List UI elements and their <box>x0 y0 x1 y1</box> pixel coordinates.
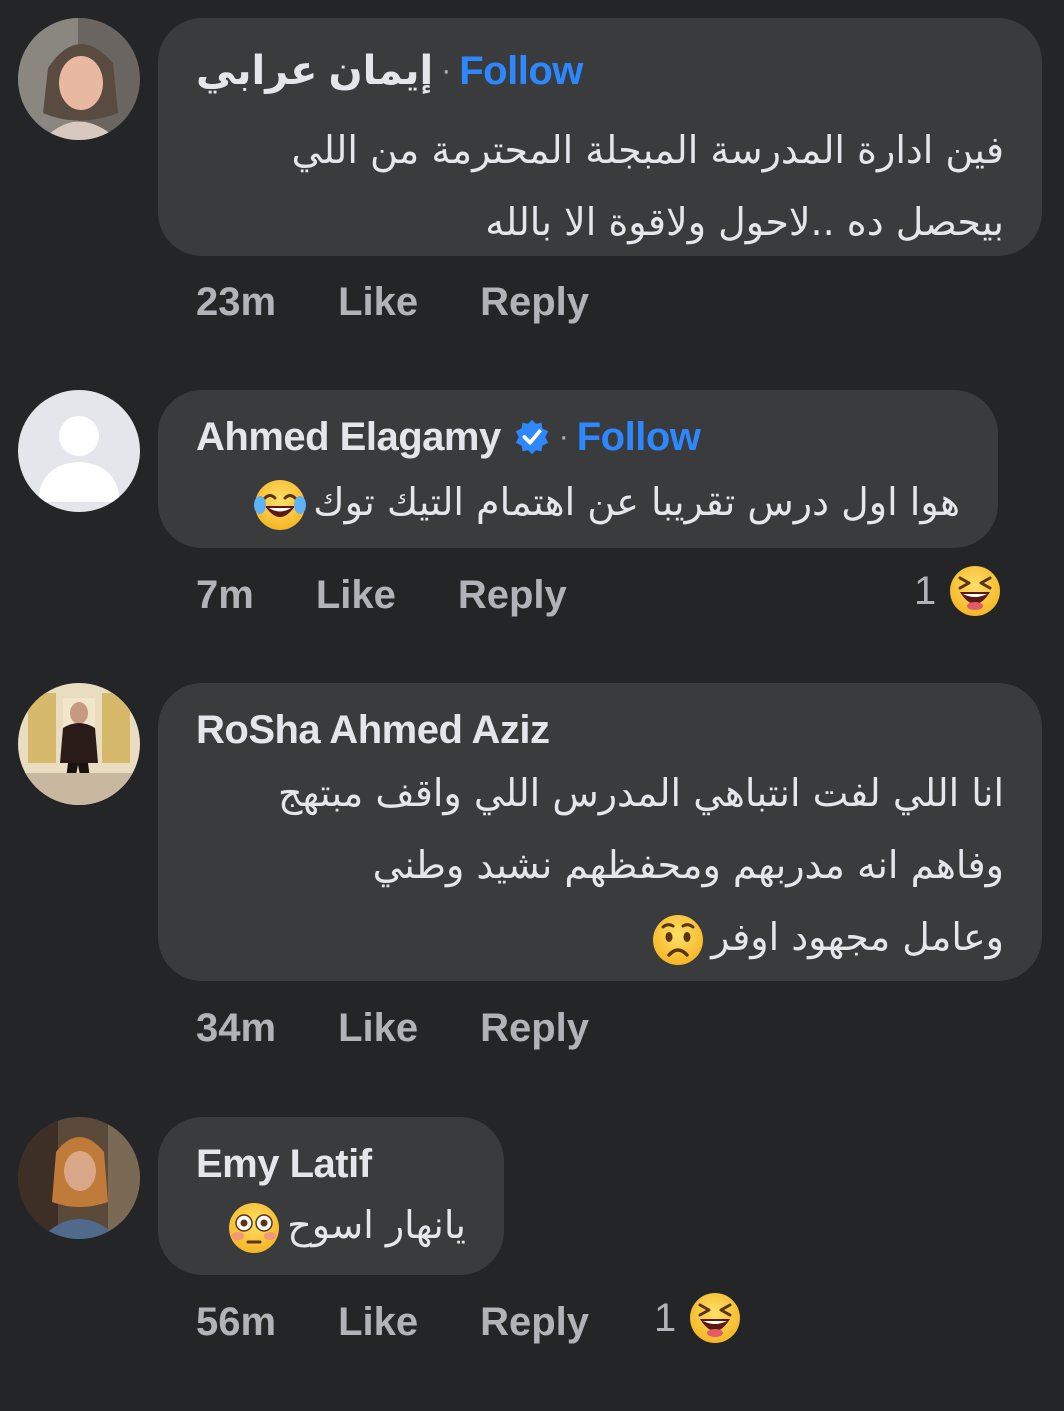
comment-time[interactable]: 34m <box>196 1006 276 1051</box>
avatar[interactable] <box>18 1117 140 1239</box>
comment-header: Emy Latif <box>196 1139 372 1189</box>
avatar[interactable] <box>18 683 140 805</box>
comment-line: انا اللي لفت انتباهي المدرس اللي واقف مب… <box>277 771 1004 815</box>
reply-button[interactable]: Reply <box>480 1006 589 1051</box>
comment-text: فين ادارة المدرسة المبجلة المحترمة من ال… <box>292 114 1004 258</box>
separator: · <box>558 420 569 453</box>
tears-of-joy-emoji-icon <box>253 478 307 532</box>
comment-bubble: Ahmed Elagamy · Follow هوا اول درس تقريب… <box>158 390 998 548</box>
flushed-face-emoji-icon <box>227 1201 281 1255</box>
follow-button[interactable]: Follow <box>577 415 701 460</box>
comment-header: إيمان عرابي · Follow <box>196 46 583 96</box>
comments-thread: إيمان عرابي · Follow فين ادارة المدرسة ا… <box>0 0 1064 1411</box>
comment-bubble: إيمان عرابي · Follow فين ادارة المدرسة ا… <box>158 18 1042 256</box>
comment-actions: 7m Like Reply <box>196 570 567 620</box>
comment-time[interactable]: 56m <box>196 1300 276 1345</box>
follow-button[interactable]: Follow <box>459 49 583 94</box>
author-name[interactable]: RoSha Ahmed Aziz <box>196 708 550 753</box>
comment-line: فين ادارة المدرسة المبجلة المحترمة من ال… <box>291 128 1004 172</box>
comment-line: هوا اول درس تقريبا عن اهتمام التيك توك <box>247 466 960 538</box>
like-button[interactable]: Like <box>338 1300 418 1345</box>
comment-line-text: وعامل مجهود اوفر <box>711 915 1004 959</box>
author-name[interactable]: Ahmed Elagamy <box>196 415 501 460</box>
reply-button[interactable]: Reply <box>480 1300 589 1345</box>
avatar-default[interactable] <box>18 390 140 512</box>
comment-line-text: هوا اول درس تقريبا عن اهتمام التيك توك <box>313 480 960 524</box>
author-name[interactable]: إيمان عرابي <box>196 48 434 94</box>
comment-time[interactable]: 7m <box>196 573 254 618</box>
comment-text: يانهار اسوح <box>221 1189 466 1261</box>
comment-bubble: Emy Latif يانهار اسوح <box>158 1117 504 1275</box>
comment-text: هوا اول درس تقريبا عن اهتمام التيك توك <box>247 466 960 538</box>
laughing-emoji-icon <box>688 1291 742 1345</box>
comment-bubble: RoSha Ahmed Aziz انا اللي لفت انتباهي ال… <box>158 683 1042 981</box>
comment-header: Ahmed Elagamy · Follow <box>196 412 701 462</box>
verified-badge-icon <box>513 418 551 456</box>
comment-header: RoSha Ahmed Aziz <box>196 705 550 755</box>
comment-text: انا اللي لفت انتباهي المدرس اللي واقف مب… <box>278 757 1004 973</box>
worried-face-emoji-icon <box>651 913 705 967</box>
like-button[interactable]: Like <box>338 280 418 325</box>
reply-button[interactable]: Reply <box>458 573 567 618</box>
separator: · <box>441 54 452 87</box>
comment-actions: 56m Like Reply <box>196 1297 589 1347</box>
reaction-summary[interactable]: 1 <box>654 1290 742 1346</box>
comment-line-text: يانهار اسوح <box>287 1203 466 1247</box>
avatar[interactable] <box>18 18 140 140</box>
comment-time[interactable]: 23m <box>196 280 276 325</box>
comment-line: يانهار اسوح <box>221 1189 466 1261</box>
reply-button[interactable]: Reply <box>480 280 589 325</box>
like-button[interactable]: Like <box>316 573 396 618</box>
reaction-summary[interactable]: 1 <box>914 563 1002 619</box>
laughing-emoji-icon <box>948 564 1002 618</box>
comment-line: وفاهم انه مدربهم ومحفظهم نشيد وطني <box>372 843 1004 887</box>
like-button[interactable]: Like <box>338 1006 418 1051</box>
author-name[interactable]: Emy Latif <box>196 1142 372 1187</box>
comment-line: بيحصل ده ..لاحول ولاقوة الا بالله <box>485 200 1004 244</box>
comment-actions: 34m Like Reply <box>196 1003 589 1053</box>
comment-actions: 23m Like Reply <box>196 277 589 327</box>
reaction-count: 1 <box>914 568 937 613</box>
comment-line: وعامل مجهود اوفر <box>278 901 1004 973</box>
reaction-count: 1 <box>654 1295 677 1340</box>
